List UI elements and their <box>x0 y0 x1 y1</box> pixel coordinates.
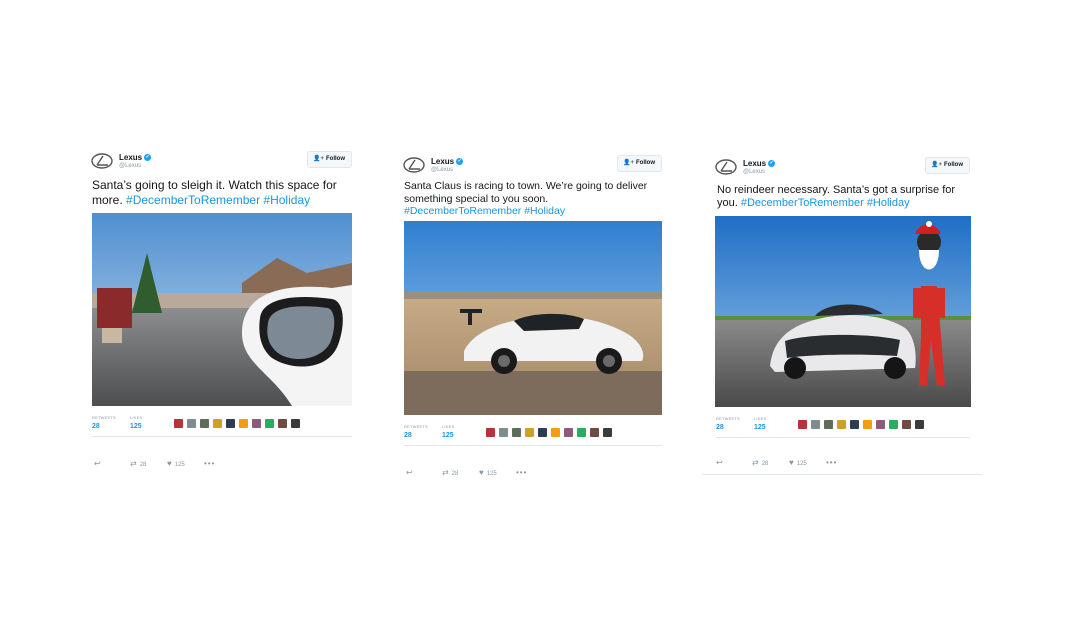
hashtag-link[interactable]: #DecemberToRemember <box>404 205 521 217</box>
liker-avatar[interactable] <box>590 427 599 437</box>
account-name[interactable]: Lexus ✓ <box>431 157 464 166</box>
retweet-icon: ⇄ <box>130 459 137 468</box>
retweet-action[interactable]: ⇄ 28 <box>130 459 146 468</box>
liker-avatar[interactable] <box>798 420 807 429</box>
more-icon[interactable]: ••• <box>826 458 837 467</box>
liker-avatar[interactable] <box>200 419 209 428</box>
account-name[interactable]: Lexus ✓ <box>119 153 152 162</box>
liker-avatar[interactable] <box>837 420 846 429</box>
liker-avatar[interactable] <box>265 419 274 428</box>
tweet-card-3: Lexus ✓ @Lexus 👤+ Follow No reindeer neces… <box>702 154 982 475</box>
liker-avatar[interactable] <box>538 427 547 437</box>
reply-icon[interactable]: ↩ <box>94 459 101 468</box>
liker-avatars <box>798 420 928 429</box>
lexus-logo-icon[interactable] <box>91 153 113 169</box>
liker-avatar[interactable] <box>577 427 586 437</box>
liker-avatar[interactable] <box>551 427 560 437</box>
verified-icon: ✓ <box>768 160 776 168</box>
tweet-photo[interactable] <box>92 213 352 406</box>
like-action[interactable]: ♥ 125 <box>789 458 807 467</box>
account-name[interactable]: Lexus ✓ <box>743 159 776 168</box>
tweet-header: Lexus ✓ @Lexus 👤+ Follow <box>712 154 974 180</box>
like-action[interactable]: ♥ 125 <box>167 459 185 468</box>
hashtag-link[interactable]: #Holiday <box>867 197 910 209</box>
tweet-photo[interactable] <box>715 216 971 407</box>
liker-avatar[interactable] <box>850 420 859 429</box>
tweet-actions: ↩ ⇄ 28 ♥ 125 ••• <box>404 464 662 484</box>
retweet-icon: ⇄ <box>752 458 759 467</box>
account-handle[interactable]: @Lexus <box>119 163 141 169</box>
tweet-text: Santa Claus is racing to town. We’re goi… <box>404 180 648 217</box>
tweet-card-2: Lexus ✓ @Lexus 👤+ Follow Santa Claus is ra… <box>400 152 666 484</box>
lexus-logo-icon[interactable] <box>403 157 425 173</box>
more-icon[interactable]: ••• <box>516 468 527 477</box>
tweet-photo[interactable] <box>404 220 662 415</box>
retweets-stat[interactable]: RETWEETS 28 <box>404 424 428 439</box>
lexus-logo-icon[interactable] <box>715 159 737 175</box>
retweet-action[interactable]: ⇄ 28 <box>442 468 458 477</box>
liker-avatars <box>486 427 616 437</box>
liker-avatar[interactable] <box>889 420 898 429</box>
account-handle[interactable]: @Lexus <box>431 167 453 173</box>
likes-stat[interactable]: LIKES 125 <box>442 424 454 439</box>
heart-icon: ♥ <box>789 458 794 467</box>
tweet-text: No reindeer necessary. Santa’s got a sur… <box>717 184 956 209</box>
tweet-actions: ↩ ⇄ 28 ♥ 125 ••• <box>702 454 982 475</box>
tweet-header: Lexus ✓ @Lexus 👤+ Follow <box>400 152 666 178</box>
liker-avatar[interactable] <box>213 419 222 428</box>
follow-person-icon: 👤+ <box>623 160 634 166</box>
retweets-stat[interactable]: RETWEETS 28 <box>716 416 740 431</box>
tweet-actions: ↩ ⇄ 28 ♥ 125 ••• <box>92 455 352 475</box>
liker-avatar[interactable] <box>863 420 872 429</box>
hashtag-link[interactable]: #DecemberToRemember <box>126 193 260 207</box>
heart-icon: ♥ <box>167 459 172 468</box>
retweet-action[interactable]: ⇄ 28 <box>752 458 768 467</box>
likes-stat[interactable]: LIKES 125 <box>754 416 766 431</box>
tweet-stats: RETWEETS 28 LIKES 125 <box>716 413 970 438</box>
follow-person-icon: 👤+ <box>931 162 942 168</box>
tweet-stats: RETWEETS 28 LIKES 125 <box>92 412 352 437</box>
tweet-stats: RETWEETS 28 LIKES 125 <box>404 421 662 446</box>
liker-avatar[interactable] <box>512 427 521 437</box>
follow-person-icon: 👤+ <box>313 156 324 162</box>
more-icon[interactable]: ••• <box>204 459 215 468</box>
liker-avatar[interactable] <box>811 420 820 429</box>
reply-icon[interactable]: ↩ <box>716 458 723 467</box>
follow-button[interactable]: 👤+ Follow <box>617 155 662 172</box>
retweets-stat[interactable]: RETWEETS 28 <box>92 415 116 430</box>
like-action[interactable]: ♥ 125 <box>479 468 497 477</box>
liker-avatar[interactable] <box>915 420 924 429</box>
liker-avatar[interactable] <box>239 419 248 428</box>
liker-avatar[interactable] <box>174 419 183 428</box>
liker-avatar[interactable] <box>902 420 911 429</box>
retweet-icon: ⇄ <box>442 467 449 477</box>
liker-avatar[interactable] <box>499 427 508 437</box>
hashtag-link[interactable]: #Holiday <box>524 205 565 217</box>
hashtag-link[interactable]: #DecemberToRemember <box>741 197 864 209</box>
liker-avatar[interactable] <box>291 419 300 428</box>
liker-avatar[interactable] <box>603 427 612 437</box>
tweet-header: Lexus ✓ @Lexus 👤+ Follow <box>88 148 356 174</box>
liker-avatar[interactable] <box>252 419 261 428</box>
follow-button[interactable]: 👤+ Follow <box>307 151 352 168</box>
heart-icon: ♥ <box>479 467 484 477</box>
liker-avatar[interactable] <box>824 420 833 429</box>
tweet-card-1: Lexus ✓ @Lexus 👤+ Follow Santa’s going to … <box>88 148 356 475</box>
liker-avatar[interactable] <box>278 419 287 428</box>
hashtag-link[interactable]: #Holiday <box>263 193 310 207</box>
liker-avatar[interactable] <box>226 419 235 428</box>
tweet-text: Santa’s going to sleigh it. Watch this s… <box>92 178 337 207</box>
reply-icon[interactable]: ↩ <box>406 468 413 477</box>
liker-avatar[interactable] <box>525 427 534 437</box>
liker-avatar[interactable] <box>187 419 196 428</box>
liker-avatar[interactable] <box>486 427 495 437</box>
liker-avatars <box>174 419 304 428</box>
verified-icon: ✓ <box>456 158 464 166</box>
liker-avatar[interactable] <box>876 420 885 429</box>
verified-icon: ✓ <box>144 154 152 162</box>
liker-avatar[interactable] <box>564 427 573 437</box>
likes-stat[interactable]: LIKES 125 <box>130 415 142 430</box>
account-handle[interactable]: @Lexus <box>743 169 765 175</box>
follow-button[interactable]: 👤+ Follow <box>925 157 970 174</box>
